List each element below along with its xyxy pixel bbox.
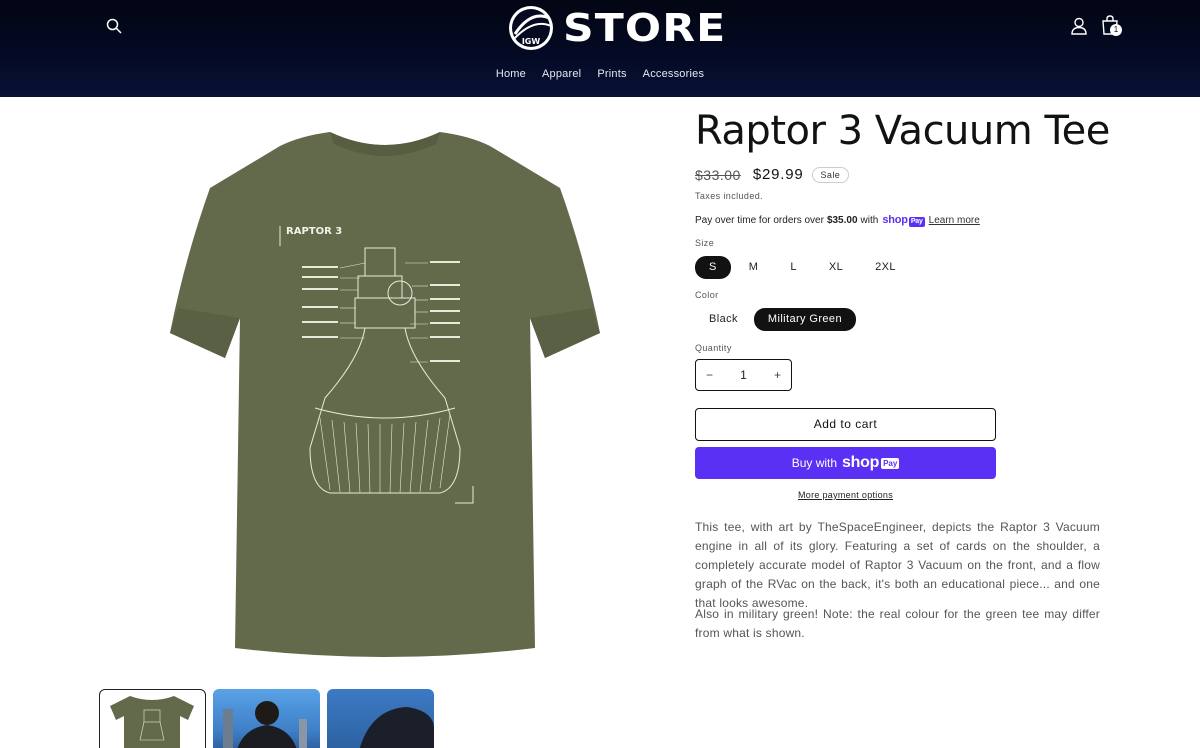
user-icon[interactable] (1071, 17, 1087, 35)
size-option-2xl[interactable]: 2XL (861, 256, 910, 279)
size-label: Size (695, 238, 715, 248)
color-option-black[interactable]: Black (695, 308, 752, 331)
logo-badge-text: IGW (522, 37, 541, 46)
sale-price: $29.99 (752, 166, 804, 183)
product-description-paragraph: This tee, with art by TheSpaceEngineer, … (695, 520, 1100, 610)
product-description-note: Also in military green! Note: the real c… (695, 607, 1100, 640)
nav-item-prints[interactable]: Prints (597, 68, 626, 80)
nav-item-accessories[interactable]: Accessories (643, 68, 705, 80)
shop-pay-logo: shop Pay (882, 214, 925, 227)
search-icon[interactable] (106, 18, 122, 34)
size-option-xl[interactable]: XL (815, 256, 857, 279)
color-option-military-green[interactable]: Military Green (753, 308, 856, 331)
shop-pay-pill: Pay (881, 457, 900, 469)
add-to-cart-button[interactable]: Add to cart (695, 408, 996, 441)
color-options: Black Military Green (695, 308, 858, 331)
quantity-increase-button[interactable]: + (774, 368, 781, 382)
price-row: $33.00 $29.99 Sale (695, 166, 850, 183)
size-option-l[interactable]: L (776, 256, 811, 279)
thumbnail-tshirt-image (110, 696, 194, 748)
thumbnail-model-back-image (223, 701, 307, 748)
shop-pay-wordmark: shop (842, 454, 880, 471)
thumbnail-model-side-image (359, 707, 434, 748)
installments-banner: Pay over time for orders over $35.00 wit… (695, 214, 980, 227)
installments-with: with (860, 215, 879, 226)
main-nav: Home Apparel Prints Accessories (0, 68, 1200, 80)
thumbnail-front[interactable] (99, 689, 206, 748)
thumbnail-model-side[interactable] (327, 689, 434, 748)
size-option-m[interactable]: M (735, 256, 773, 279)
color-label: Color (695, 290, 719, 300)
quantity-label: Quantity (695, 343, 732, 353)
buy-with-label: Buy with (791, 456, 838, 470)
cart-count-badge: 1 (1110, 24, 1122, 36)
print-title: RAPTOR 3 (286, 226, 342, 237)
size-option-s[interactable]: S (695, 256, 731, 279)
installments-prefix: Pay over time for orders over (695, 215, 824, 226)
tshirt-shape (170, 132, 600, 657)
original-price: $33.00 (695, 166, 741, 183)
logo-text: STORE (563, 6, 727, 50)
more-payment-options-link[interactable]: More payment options (695, 490, 996, 500)
learn-more-link[interactable]: Learn more (929, 215, 980, 226)
product-main-image[interactable]: RAPTOR 3 (160, 118, 610, 668)
buy-with-shop-pay-button[interactable]: Buy with shop Pay (695, 447, 996, 479)
quantity-decrease-button[interactable]: − (706, 368, 713, 382)
nav-item-home[interactable]: Home (496, 68, 526, 80)
sale-badge: Sale (811, 166, 850, 183)
taxes-note: Taxes included. (695, 191, 764, 201)
product-title: Raptor 3 Vacuum Tee (695, 108, 1110, 154)
quantity-input[interactable]: 1 (740, 368, 747, 382)
store-logo[interactable]: IGW STORE (507, 2, 725, 54)
installments-threshold: $35.00 (826, 215, 858, 226)
nav-item-apparel[interactable]: Apparel (542, 68, 581, 80)
site-header: IGW STORE 1 Home Apparel Prints Accessor… (0, 0, 1200, 97)
quantity-stepper: − 1 + (695, 359, 792, 391)
logo-badge-icon: IGW (509, 6, 553, 50)
thumbnail-back-model[interactable] (213, 689, 320, 748)
size-options: S M L XL 2XL (695, 256, 914, 279)
